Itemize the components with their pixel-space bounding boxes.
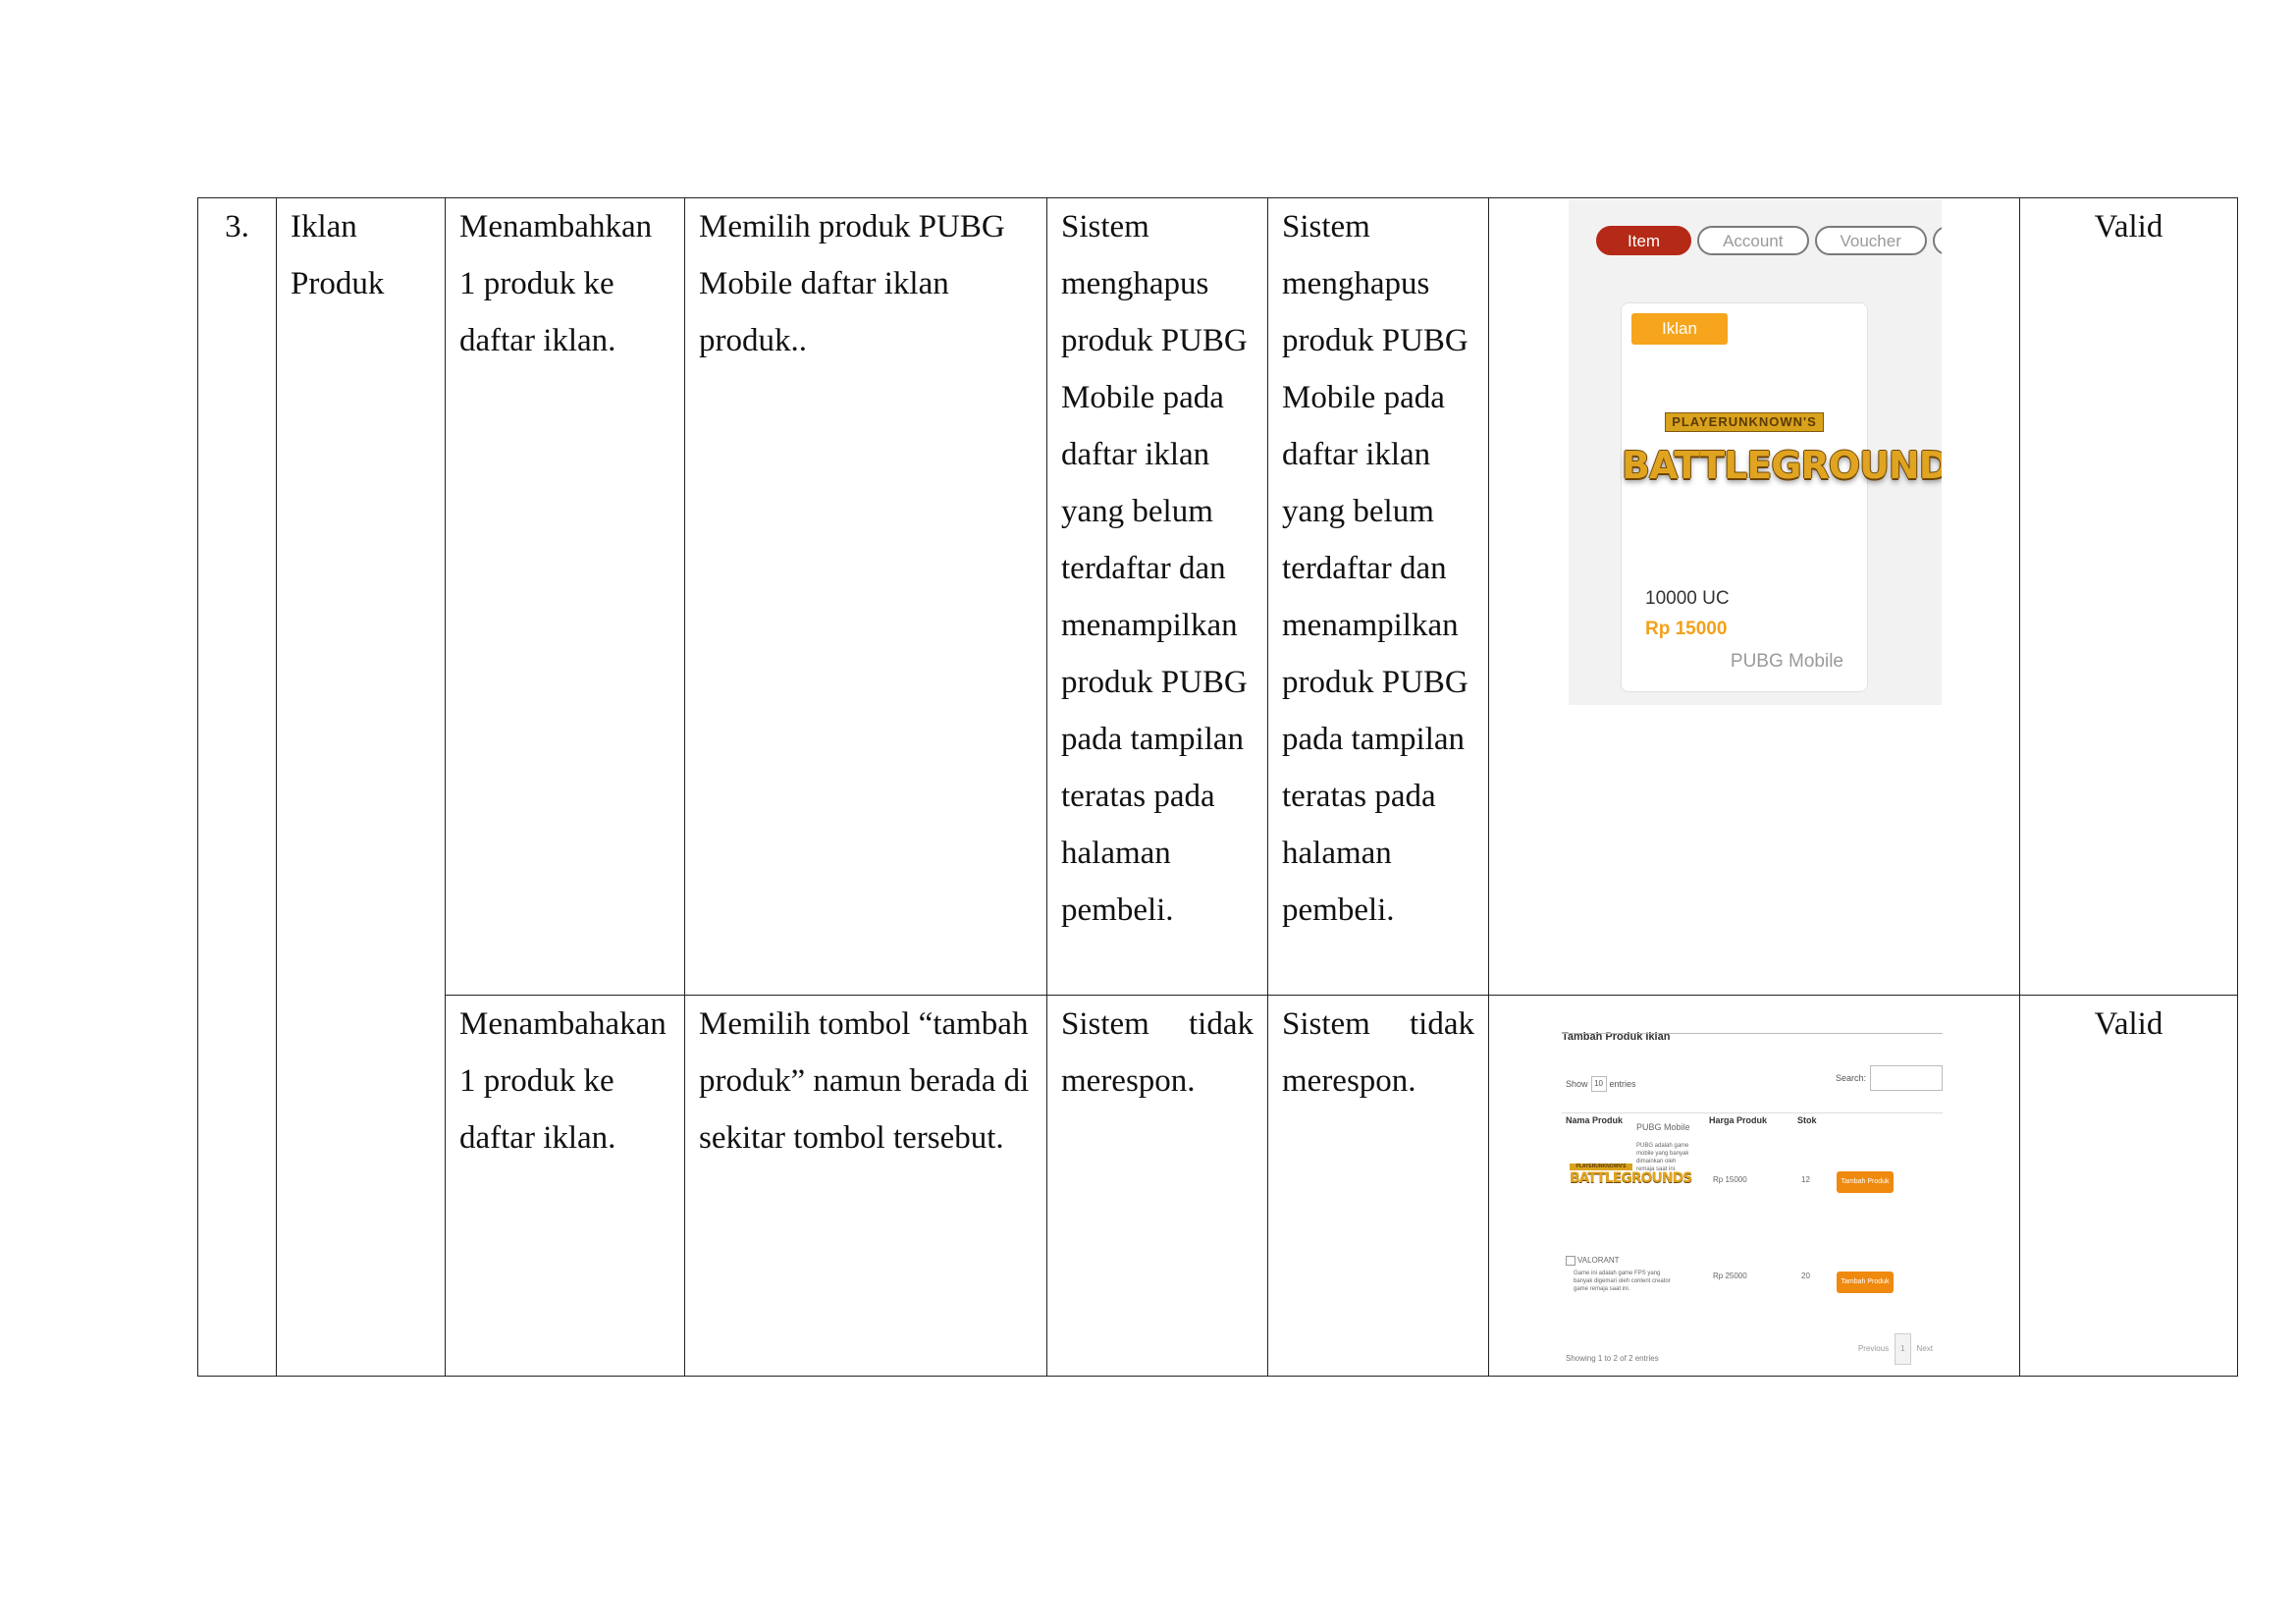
ad-badge: Iklan: [1631, 313, 1728, 345]
search: Search:: [1836, 1050, 1943, 1107]
status-cell: Valid: [2019, 197, 2238, 996]
screenshot-cell: Item Account Voucher C Iklan PLAYERUNKNO…: [1488, 197, 2020, 996]
screenshot-cell: Tambah Produk Iklan Show 10 entries Sear…: [1488, 995, 2020, 1377]
tab-account[interactable]: Account: [1697, 226, 1809, 255]
product-name: VALORANT: [1566, 1256, 1620, 1266]
product-game: PUBG Mobile: [1730, 651, 1843, 672]
product-card[interactable]: Iklan PLAYERUNKNOWN'S BATTLEGROUNDS 1000…: [1621, 302, 1942, 692]
product-list-screenshot: Tambah Produk Iklan Show 10 entries Sear…: [1552, 999, 1954, 1365]
test-case-table: 3. Iklan Produk Menambahkan 1 produk ke daf…: [197, 197, 2238, 1377]
steps-cell: Memilih produk PUBG Mobile daftar iklan pr…: [684, 197, 1047, 996]
table-row: 3. Iklan Produk Menambahkan 1 produk ke daf…: [197, 197, 2238, 1377]
product-price: Rp 25000: [1713, 1272, 1747, 1280]
product-price: Rp 15000: [1645, 619, 1728, 639]
column-header: Nama Produk: [1566, 1115, 1624, 1125]
tab-more[interactable]: C: [1932, 226, 1942, 255]
actual-result-cell: Sistem tidak merespon.: [1267, 995, 1489, 1377]
product-stock: 20: [1801, 1272, 1810, 1280]
product-desc: PUBG adalah game mobile yang banyak dima…: [1636, 1143, 1689, 1172]
tab-voucher[interactable]: Voucher: [1814, 226, 1927, 255]
status-cell: Valid: [2019, 995, 2238, 1377]
expected-result-cell: Sistem menghapus produk PUBG Mobile pada da…: [1046, 197, 1268, 996]
ad-card-screenshot: Item Account Voucher C Iklan PLAYERUNKNO…: [1569, 200, 1942, 705]
page-button[interactable]: 1: [1895, 1333, 1911, 1365]
search-input[interactable]: [1870, 1065, 1943, 1091]
row-number: 3.: [197, 197, 277, 1377]
pubg-logo: PLAYERUNKNOWN'S BATTLEGROUNDS: [1570, 1164, 1692, 1186]
product-stock: 12: [1801, 1175, 1810, 1184]
category-tabs: Item Account Voucher C: [1596, 226, 1942, 255]
scenario-cell: Menambahakan 1 produk ke daftar iklan.: [445, 995, 685, 1377]
previous-button[interactable]: Previous: [1858, 1321, 1889, 1365]
pagination: Previous 1 Next: [1858, 1321, 1933, 1365]
actual-result-cell: Sistem menghapus produk PUBG Mobile pada da…: [1267, 197, 1489, 996]
broken-image-icon: [1566, 1256, 1575, 1266]
entries-select[interactable]: 10: [1590, 1076, 1607, 1092]
expected-result-cell: Sistem tidak merespon.: [1046, 995, 1268, 1377]
steps-cell: Memilih tombol “tambah produk” namun bera…: [684, 995, 1047, 1377]
product-name: PUBG Mobile: [1636, 1122, 1690, 1132]
add-product-button[interactable]: Tambah Produk: [1837, 1272, 1894, 1293]
table-row: Menambahakan 1 produk ke daftar iklan. Mem…: [198, 995, 2238, 1377]
column-header: Harga Produk: [1709, 1115, 1768, 1125]
product-desc: Game ini adalah game FPS yang banyak dig…: [1574, 1271, 1671, 1292]
table-info: Showing 1 to 2 of 2 entries: [1566, 1354, 1659, 1363]
pubg-logo: PLAYERUNKNOWN'S BATTLEGROUNDS: [1622, 412, 1942, 487]
scenario-cell: Menambahkan 1 produk ke daftar iklan.: [445, 197, 685, 996]
tab-item[interactable]: Item: [1596, 226, 1692, 255]
add-product-button[interactable]: Tambah Produk: [1837, 1171, 1894, 1193]
feature-cell: Iklan Produk: [276, 197, 446, 1377]
product-price: Rp 15000: [1713, 1175, 1747, 1184]
next-button[interactable]: Next: [1917, 1321, 1933, 1365]
column-header: Stok: [1797, 1115, 1817, 1125]
